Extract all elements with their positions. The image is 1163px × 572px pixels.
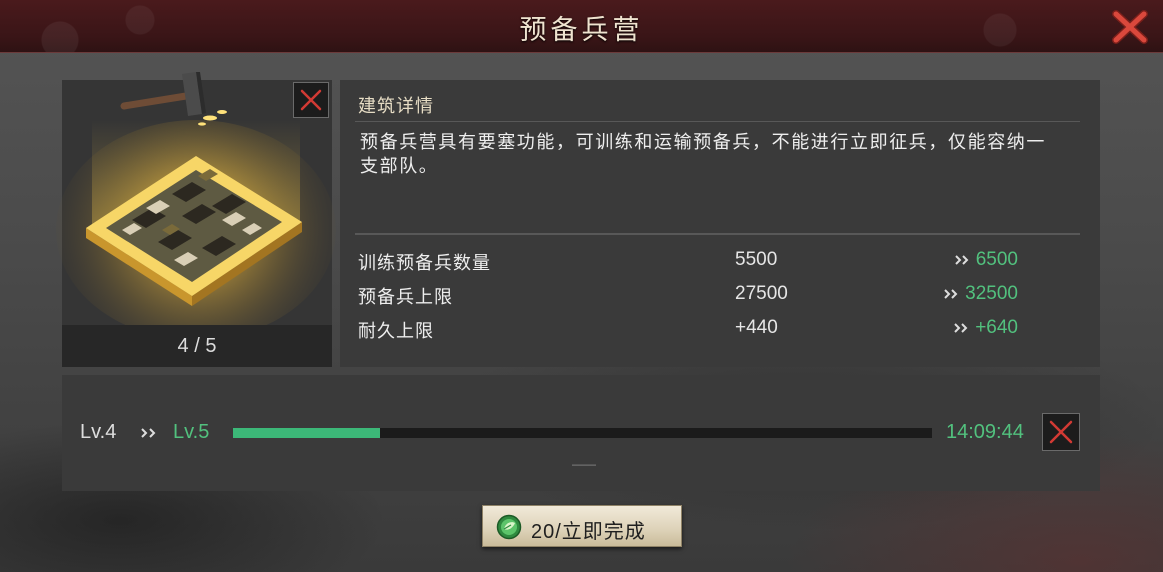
stat-next-value: +640 <box>975 317 1018 338</box>
current-level: Lv.4 <box>80 421 117 443</box>
building-panel: 4 / 5 <box>56 72 336 367</box>
stat-label: 预备兵上限 <box>358 287 453 307</box>
remove-building-button[interactable] <box>293 82 329 118</box>
stat-label: 训练预备兵数量 <box>358 253 491 273</box>
stat-next-value: 32500 <box>965 283 1018 304</box>
stat-next: 32500 <box>943 283 1018 305</box>
stat-next: 6500 <box>954 249 1018 271</box>
header-bar: 预备兵营 <box>0 0 1163 53</box>
building-image <box>56 72 336 340</box>
upgrade-progress-fill <box>233 428 380 438</box>
green-gem-icon <box>496 514 522 540</box>
close-x-icon <box>1049 420 1073 444</box>
stat-current-value: 5500 <box>735 249 778 270</box>
target-level: Lv.5 <box>173 421 210 443</box>
close-x-icon <box>1112 10 1148 44</box>
stat-row: 耐久上限 +440 +640 <box>340 311 1100 345</box>
description-line: 支部队。 <box>360 156 439 176</box>
instant-finish-label: 20/立即完成 <box>531 521 646 543</box>
cancel-upgrade-button[interactable] <box>1042 413 1080 451</box>
details-title: 建筑详情 <box>358 96 434 116</box>
close-window-button[interactable] <box>1110 8 1150 46</box>
divider <box>355 121 1080 122</box>
details-panel: 建筑详情 预备兵营具有要塞功能，可训练和运输预备兵，不能进行立即征兵，仅能容纳一… <box>340 80 1100 367</box>
double-chevron-icon <box>955 255 969 265</box>
upgrade-timer: 14:09:44 <box>946 421 1024 443</box>
stat-row: 训练预备兵数量 5500 6500 <box>340 243 1100 277</box>
stat-current-value: +440 <box>735 317 778 338</box>
double-chevron-icon <box>954 323 968 333</box>
stat-next-value: 6500 <box>975 249 1018 270</box>
divider <box>355 233 1080 235</box>
stat-current-value: 27500 <box>735 283 788 304</box>
close-x-icon <box>300 89 322 111</box>
upgrade-note: —— <box>572 457 596 471</box>
description-line: 预备兵营具有要塞功能，可训练和运输预备兵，不能进行立即征兵，仅能容纳一 <box>360 132 1046 152</box>
stat-next: +640 <box>953 317 1018 339</box>
upgrade-panel: Lv.4 Lv.5 14:09:44 —— <box>62 375 1100 491</box>
stat-row: 预备兵上限 27500 32500 <box>340 277 1100 311</box>
building-level-count: 4 / 5 <box>62 325 332 367</box>
double-chevron-icon <box>141 428 156 438</box>
stat-label: 耐久上限 <box>358 321 434 341</box>
page-title: 预备兵营 <box>519 15 644 45</box>
double-chevron-icon <box>944 289 958 299</box>
instant-finish-button[interactable]: 20/立即完成 <box>482 505 682 547</box>
upgrade-progress-bar <box>233 428 932 438</box>
